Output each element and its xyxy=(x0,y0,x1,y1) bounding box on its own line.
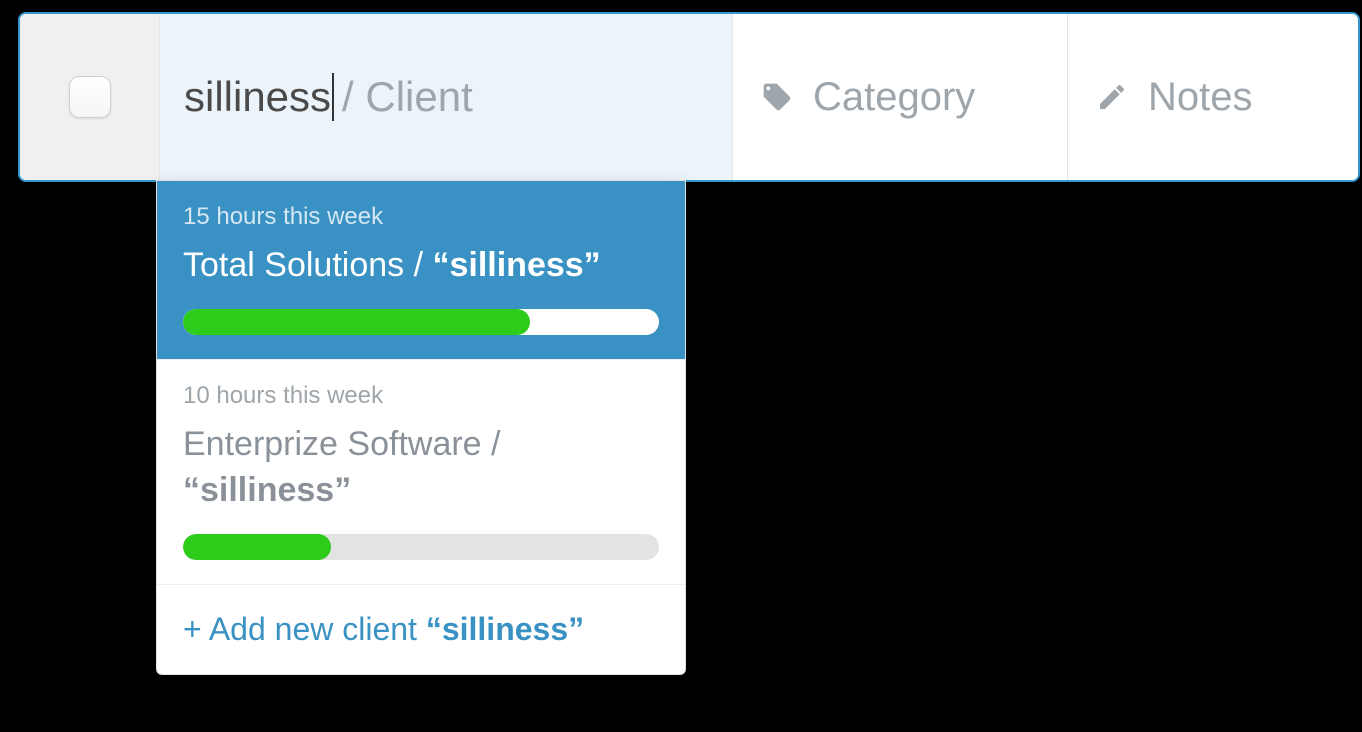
notes-label: Notes xyxy=(1148,75,1253,120)
add-new-client-option[interactable]: + Add new client “silliness” xyxy=(157,584,685,674)
notes-cell[interactable]: Notes xyxy=(1068,14,1358,180)
category-cell[interactable]: Category xyxy=(733,14,1068,180)
client-autocomplete-dropdown: 15 hours this week Total Solutions / “si… xyxy=(156,180,686,675)
progress-bar xyxy=(183,534,659,560)
option-title: Enterprize Software / “silliness” xyxy=(183,422,659,514)
option-client-name: Enterprize Software xyxy=(183,425,482,463)
billable-checkbox[interactable] xyxy=(69,76,111,118)
option-client-name: Total Solutions xyxy=(183,246,404,284)
client-input-cell[interactable]: silliness / Client xyxy=(160,14,733,180)
category-label: Category xyxy=(813,75,975,120)
progress-bar xyxy=(183,309,659,335)
client-input-placeholder: / Client xyxy=(342,73,473,121)
autocomplete-option[interactable]: 15 hours this week Total Solutions / “si… xyxy=(157,181,685,359)
progress-fill xyxy=(183,534,331,560)
option-title: Total Solutions / “silliness” xyxy=(183,243,659,289)
option-meta: 10 hours this week xyxy=(183,382,659,410)
text-cursor xyxy=(332,73,334,121)
option-meta: 15 hours this week xyxy=(183,203,659,231)
option-separator: / xyxy=(404,246,432,284)
client-input-value: silliness xyxy=(184,73,331,121)
add-new-term: “silliness” xyxy=(426,611,584,647)
option-search-term: “silliness” xyxy=(432,246,600,284)
progress-fill xyxy=(183,309,530,335)
add-new-prefix: + Add new client xyxy=(183,611,426,647)
option-separator: / xyxy=(482,425,501,463)
option-search-term: “silliness” xyxy=(183,471,351,509)
autocomplete-option[interactable]: 10 hours this week Enterprize Software /… xyxy=(157,359,685,584)
tag-icon xyxy=(761,81,793,113)
entry-row: silliness / Client Category Notes xyxy=(18,12,1360,182)
checkbox-cell xyxy=(20,14,160,180)
pencil-icon xyxy=(1096,81,1128,113)
